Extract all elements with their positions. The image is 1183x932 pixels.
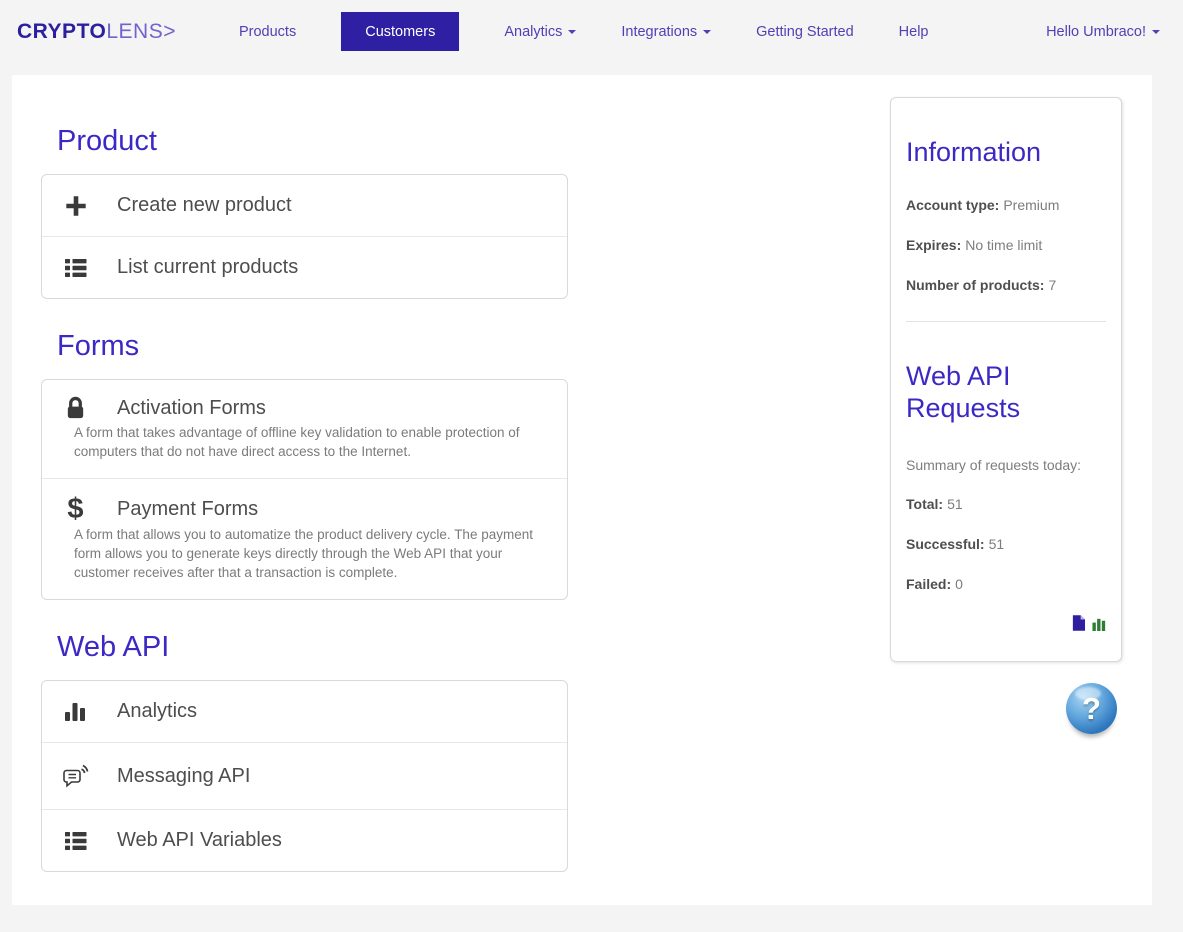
page-title-web-api: Web API xyxy=(57,631,170,663)
menu-item-list-products[interactable]: List current products xyxy=(42,236,567,298)
page-title-forms: Forms xyxy=(57,330,140,362)
user-menu[interactable]: Hello Umbraco! xyxy=(1046,24,1160,40)
account-type-value: Premium xyxy=(1003,197,1060,213)
caret-down-icon xyxy=(1152,29,1160,34)
total-label: Total: xyxy=(906,496,944,512)
successful-requests-row: Successful: 51 xyxy=(906,536,1106,553)
list-icon xyxy=(62,257,89,279)
user-greeting-label: Hello Umbraco! xyxy=(1046,23,1146,40)
nav-integrations-label: Integrations xyxy=(621,23,698,40)
nav-item-getting-started[interactable]: Getting Started xyxy=(756,24,854,40)
menu-item-analytics[interactable]: Analytics xyxy=(42,681,567,742)
caret-down-icon xyxy=(703,29,712,34)
nav-item-help[interactable]: Help xyxy=(899,24,929,40)
expires-row: Expires: No time limit xyxy=(906,237,1106,254)
menu-item-activation-forms[interactable]: Activation Forms A form that takes advan… xyxy=(42,380,567,478)
menu-item-create-product[interactable]: Create new product xyxy=(42,175,567,236)
product-menu-panel: Create new product List current products xyxy=(41,174,568,299)
brand-logo[interactable]: CRYPTOLENS> xyxy=(17,20,176,44)
menu-item-payment-forms[interactable]: $ Payment Forms A form that allows you t… xyxy=(42,478,567,599)
page-title-product: Product xyxy=(57,125,157,157)
requests-summary: Summary of requests today: xyxy=(906,457,1082,473)
messaging-icon xyxy=(62,763,89,789)
menu-item-label: Messaging API xyxy=(117,764,251,787)
nav-item-customers[interactable]: Customers xyxy=(341,12,460,51)
forms-panel: Activation Forms A form that takes advan… xyxy=(41,379,568,600)
menu-item-label: Create new product xyxy=(117,194,292,216)
product-count-label: Number of products: xyxy=(906,277,1045,293)
account-type-row: Account type: Premium xyxy=(906,197,1106,214)
failed-requests-row: Failed: 0 xyxy=(906,576,1106,593)
brand-logo-bold: CRYPTO xyxy=(17,19,107,43)
bar-chart-icon xyxy=(62,701,89,723)
information-card: Information Account type: Premium Expires… xyxy=(890,97,1122,662)
caret-down-icon xyxy=(568,29,577,34)
nav-links: Products Customers Analytics Integration… xyxy=(239,12,929,51)
menu-item-label: Web API Variables xyxy=(117,829,282,851)
failed-label: Failed: xyxy=(906,576,952,592)
lock-icon xyxy=(62,396,89,421)
report-file-icon[interactable] xyxy=(1072,615,1085,631)
account-type-label: Account type: xyxy=(906,197,1000,213)
card-divider xyxy=(906,321,1106,322)
bar-chart-icon[interactable] xyxy=(1092,617,1106,631)
nav-item-products[interactable]: Products xyxy=(239,24,296,40)
list-icon xyxy=(62,830,89,852)
expires-label: Expires: xyxy=(906,237,962,253)
top-navbar: CRYPTOLENS> Products Customers Analytics… xyxy=(0,0,1183,63)
information-title: Information xyxy=(906,137,1042,167)
failed-value: 0 xyxy=(955,576,963,592)
left-column: Product Create new product List current … xyxy=(41,75,568,872)
menu-item-description: A form that allows you to automatize the… xyxy=(74,527,533,580)
menu-item-label: List current products xyxy=(117,256,299,278)
nav-analytics-label: Analytics xyxy=(504,23,563,40)
question-mark-icon: ? xyxy=(1082,690,1101,726)
nav-item-analytics[interactable]: Analytics xyxy=(504,23,577,40)
menu-item-label: Payment Forms xyxy=(117,497,259,520)
menu-item-webapi-variables[interactable]: Web API Variables xyxy=(42,809,567,871)
nav-item-integrations[interactable]: Integrations xyxy=(621,23,712,40)
brand-logo-light: LENS> xyxy=(106,19,176,43)
main-content: Product Create new product List current … xyxy=(12,75,1152,905)
total-value: 51 xyxy=(947,496,963,512)
successful-value: 51 xyxy=(988,536,1005,552)
total-requests-row: Total: 51 xyxy=(906,496,1106,513)
menu-item-description: A form that takes advantage of offline k… xyxy=(74,425,520,459)
expires-value: No time limit xyxy=(965,237,1043,253)
menu-item-label: Analytics xyxy=(117,700,198,722)
webapi-requests-title: Web API Requests xyxy=(906,361,1021,423)
menu-item-messaging-api[interactable]: Messaging API xyxy=(42,742,567,809)
plus-icon xyxy=(62,194,89,218)
webapi-panel: Analytics Messaging API Web API Variable… xyxy=(41,680,568,872)
help-button[interactable]: ? xyxy=(1066,683,1117,734)
requests-quick-links xyxy=(906,615,1106,631)
dollar-icon: $ xyxy=(67,493,84,525)
product-count-value: 7 xyxy=(1048,277,1057,293)
menu-item-label: Activation Forms xyxy=(117,397,266,419)
successful-label: Successful: xyxy=(906,536,985,552)
product-count-row: Number of products: 7 xyxy=(906,277,1106,294)
